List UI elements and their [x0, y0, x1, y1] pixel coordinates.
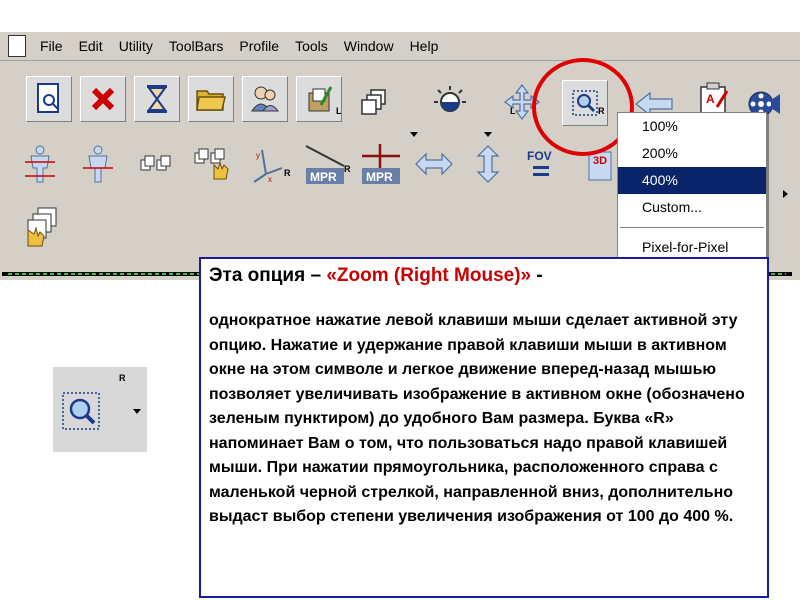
close-button[interactable] — [80, 76, 126, 122]
document-search-icon — [37, 83, 59, 113]
explanation-callout: Эта опция – «Zoom (Right Mouse)» - однок… — [199, 257, 769, 598]
tile-windows-button[interactable] — [134, 142, 178, 186]
mpr-cross-button[interactable]: MPR — [358, 142, 402, 186]
right-mouse-marker-2: R — [284, 168, 291, 178]
mpr-oblique-button[interactable]: MPR — [302, 142, 346, 186]
report-edit-icon — [308, 86, 333, 112]
figure-vertical-line-icon — [25, 145, 55, 183]
wait-button[interactable] — [134, 76, 180, 122]
svg-text:x: x — [268, 175, 272, 184]
flip-horizontal-button[interactable] — [412, 142, 456, 186]
zoom-option-400[interactable]: 400% — [618, 167, 766, 194]
menu-separator — [620, 227, 764, 228]
fov-equals-icon: FOV — [527, 149, 552, 176]
right-mouse-marker-3: R — [344, 164, 351, 174]
menu-edit[interactable]: Edit — [71, 38, 111, 54]
flip-vertical-button[interactable] — [466, 142, 510, 186]
menu-file[interactable]: File — [32, 38, 71, 54]
open-folder-button[interactable] — [188, 76, 234, 122]
menu-utility[interactable]: Utility — [111, 38, 161, 54]
zoom-option-custom[interactable]: Custom... — [618, 194, 766, 221]
stack-hand-icon — [27, 207, 57, 247]
stack-windows-icon — [361, 89, 386, 115]
callout-title-highlight: «Zoom (Right Mouse)» — [326, 265, 532, 286]
callout-title-prefix: Эта опция – — [209, 265, 327, 286]
tile-windows-icon — [140, 155, 171, 171]
zoom-option-200[interactable]: 200% — [618, 140, 766, 167]
contrast-sun-icon — [434, 86, 466, 112]
mpr-label-2: MPR — [366, 170, 393, 184]
patients-button[interactable] — [242, 76, 288, 122]
app-icon — [8, 35, 26, 57]
people-icon — [251, 86, 279, 112]
left-mouse-marker: L — [336, 106, 342, 116]
measure-horizontal-button[interactable] — [76, 142, 120, 186]
zoom-button-closeup: R — [53, 367, 147, 452]
hanging-protocol-button[interactable] — [20, 204, 64, 248]
menu-toolbars[interactable]: ToolBars — [161, 38, 231, 54]
tile-hand-icon — [194, 148, 229, 180]
right-mouse-marker-closeup: R — [119, 373, 126, 383]
menu-tools[interactable]: Tools — [287, 38, 336, 54]
stack-dropdown-arrow[interactable] — [410, 132, 418, 137]
window-level-button[interactable] — [428, 80, 472, 124]
stack-button[interactable] — [352, 80, 396, 124]
hourglass-icon — [147, 85, 167, 113]
close-x-icon — [91, 87, 115, 111]
flip-vertical-icon — [476, 145, 500, 183]
window-level-dropdown-arrow[interactable] — [484, 132, 492, 137]
svg-text:y: y — [256, 151, 260, 160]
zoom-magnifier-closeup-icon — [62, 392, 141, 430]
toolbar-overflow-arrow[interactable] — [783, 190, 788, 198]
zoom-option-100[interactable]: 100% — [618, 113, 766, 140]
menu-window[interactable]: Window — [336, 38, 402, 54]
menu-bar: File Edit Utility ToolBars Profile Tools… — [0, 32, 800, 61]
tile-hand-button[interactable] — [190, 142, 234, 186]
menu-profile[interactable]: Profile — [231, 38, 287, 54]
callout-body: однократное нажатие левой клавиши мыши с… — [209, 312, 745, 525]
measure-vertical-button[interactable] — [18, 142, 62, 186]
zoom-dropdown-menu: 100% 200% 400% Custom... Pixel-for-Pixel — [617, 112, 767, 260]
flip-horizontal-icon — [415, 152, 453, 176]
open-study-button[interactable] — [26, 76, 72, 122]
angle-measure-button[interactable]: xy — [244, 142, 288, 186]
mpr-oblique-icon: MPR — [305, 145, 345, 184]
callout-title-suffix: - — [531, 265, 543, 286]
folder-icon — [196, 90, 226, 111]
svg-text:A: A — [706, 92, 715, 106]
angle-axes-icon: xy — [253, 149, 283, 184]
menu-help[interactable]: Help — [402, 38, 447, 54]
mpr-label: MPR — [310, 170, 337, 184]
figure-horizontal-line-icon — [83, 145, 113, 183]
callout-title: Эта опция – «Zoom (Right Mouse)» - — [209, 265, 543, 287]
mpr-crosshair-icon: MPR — [362, 144, 400, 184]
fov-label: FOV — [527, 149, 552, 163]
3d-label: 3D — [593, 155, 607, 167]
